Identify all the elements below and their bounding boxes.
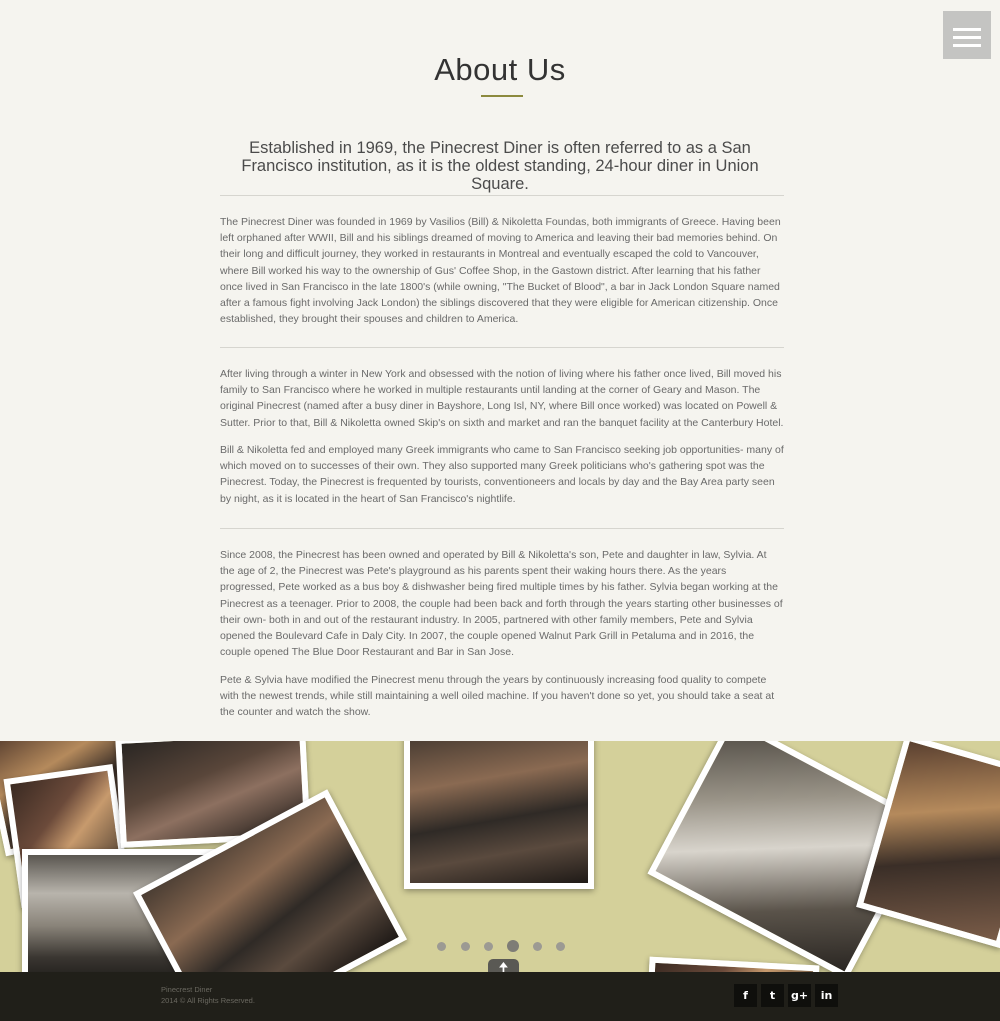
footer-copyright: 2014 © All Rights Reserved. — [161, 996, 255, 1005]
slider-dot[interactable] — [533, 942, 542, 951]
intro-lead: Established in 1969, the Pinecrest Diner… — [241, 139, 759, 193]
twitter-icon[interactable]: t — [761, 984, 784, 1007]
history-paragraph: Pete & Sylvia have modified the Pinecres… — [220, 674, 775, 719]
title-underline — [481, 95, 523, 97]
history-paragraph: After living through a winter in New Yor… — [220, 368, 784, 429]
footer: Pinecrest Diner 2014 © All Rights Reserv… — [0, 972, 1000, 1021]
linkedin-icon[interactable]: in — [815, 984, 838, 1007]
hamburger-icon-line — [953, 36, 981, 39]
hamburger-icon-line — [953, 44, 981, 47]
slider-dot-active[interactable] — [507, 940, 519, 952]
footer-brand: Pinecrest Diner — [161, 985, 213, 994]
history-paragraph: The Pinecrest Diner was founded in 1969 … — [220, 216, 781, 326]
gallery-photo — [646, 956, 820, 972]
divider — [220, 195, 784, 196]
history-paragraph: Since 2008, the Pinecrest has been owned… — [220, 549, 783, 659]
page-title: About Us — [434, 52, 566, 87]
back-to-top-button[interactable]: 🠉 — [488, 959, 519, 974]
google-plus-icon[interactable]: g+ — [788, 984, 811, 1007]
divider — [220, 347, 784, 348]
hamburger-icon — [953, 28, 981, 31]
slider-dot[interactable] — [484, 942, 493, 951]
photo-gallery[interactable] — [0, 741, 1000, 972]
slider-dot[interactable] — [461, 942, 470, 951]
facebook-icon[interactable]: f — [734, 984, 757, 1007]
gallery-photo — [404, 741, 594, 889]
slider-dot[interactable] — [556, 942, 565, 951]
slider-pagination — [436, 940, 566, 952]
slider-dot[interactable] — [437, 942, 446, 951]
divider — [220, 528, 784, 529]
history-paragraph: Bill & Nikoletta fed and employed many G… — [220, 444, 784, 505]
